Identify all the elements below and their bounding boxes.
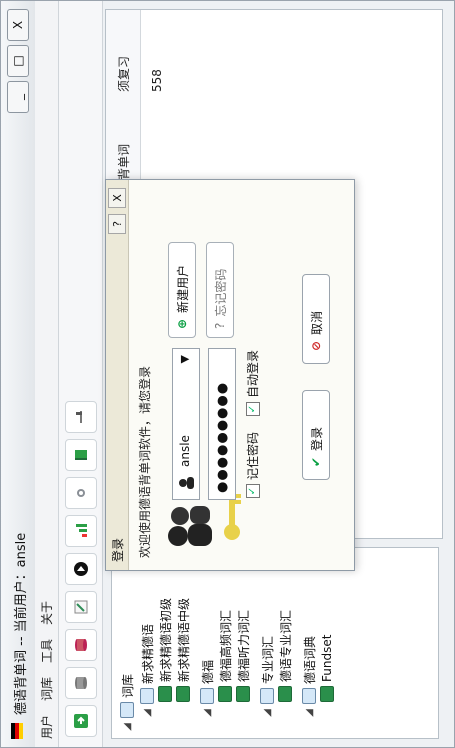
book-button[interactable] [64,439,97,471]
note-button[interactable] [64,591,97,623]
add-user-icon: ⊕ [175,318,189,329]
folder-icon [120,702,134,718]
switch-user-icon [73,714,88,728]
col-review: 须复习 [117,55,131,92]
expand-icon: ◢ [261,709,273,717]
tree-item[interactable]: ◢ 德福 [198,660,216,718]
tools-button[interactable] [64,401,97,433]
login-dialog: 登录 ? X 欢迎使用德语背单词软件，请您登录 ansle ▼ ●●●●●●●●… [105,179,355,571]
tree-item[interactable]: ◢ 专业词汇 [258,636,276,718]
maximize-button[interactable]: □ [7,45,29,77]
username-value: ansle [178,435,192,467]
checkbox-icon: ✓ [245,484,260,498]
window-title: 德语背单词 -- 当前用户：ansle [14,532,29,715]
title-bar: 德语背单词 -- 当前用户：ansle _ □ X [1,1,36,747]
play-icon [73,562,88,576]
tree-item[interactable]: 新求精德语初级 [156,598,174,702]
tree-item[interactable]: 德语专业词汇 [276,610,294,702]
book-icon [320,686,334,702]
folder-icon [200,688,214,704]
stats-icon [75,524,87,537]
expand-icon: ◢ [201,709,213,717]
help-button[interactable]: ? [108,214,126,234]
db-add-icon [74,677,87,689]
remember-password-checkbox[interactable]: ✓ 记住密码 [244,432,261,498]
note-edit-icon [74,600,87,614]
settings-button[interactable] [64,477,97,509]
tree-item[interactable]: 德福听力词汇 [234,610,252,702]
gear-icon [76,489,85,497]
vocab-tree: ◢ 词库 ◢ 新求精德语 新求精德语初级 新求精德语中级 ◢ 德福 德福高频词汇… [111,547,439,739]
book-icon [176,686,190,702]
play-button[interactable] [64,553,97,585]
db-button[interactable] [64,629,97,661]
expand-icon: ◢ [303,709,315,717]
expand-icon: ◢ [121,723,133,731]
tree-item[interactable]: ◢ 新求精德语 [138,624,156,718]
new-user-button[interactable]: ⊕ 新建用户 [168,242,196,338]
user-avatar-icon [179,477,194,489]
menu-bar: 用户 词库 工具 关于 [35,1,59,747]
book-icon [74,450,87,460]
tree-item[interactable]: Fundset [318,635,336,702]
checkbox-icon: ✓ [245,401,260,416]
flag-icon [11,723,23,739]
book-icon [218,686,232,702]
stats-button[interactable] [64,515,97,547]
tree-item[interactable]: 新求精德语中级 [174,598,192,702]
auto-login-checkbox[interactable]: ✓ 自动登录 [244,350,261,416]
hammer-icon [75,411,82,423]
cancel-icon: ⊘ [309,340,323,351]
minimize-button[interactable]: _ [7,81,29,113]
expand-icon: ◢ [141,709,153,717]
options-row: ✓ 记住密码 ✓ 自动登录 [244,350,261,498]
dropdown-arrow-icon[interactable]: ▼ [178,355,191,363]
book-icon [236,686,250,702]
login-button[interactable]: ✔ 登录 [302,390,330,480]
password-dots: ●●●●●●●●● [215,381,230,493]
folder-icon [260,688,274,704]
welcome-text: 欢迎使用德语背单词软件，请您登录 [138,365,152,558]
menu-vocab[interactable]: 词库 [38,677,55,701]
menu-user[interactable]: 用户 [38,715,55,739]
dialog-close-button[interactable]: X [108,188,126,208]
tree-item[interactable]: ◢ 德语词典 [300,636,318,718]
book-icon [278,686,292,702]
review-value: 558 [150,69,164,92]
dialog-title: 登录 [111,537,125,562]
username-field[interactable]: ansle ▼ [172,348,200,500]
users-icon [162,496,218,556]
db-icon [74,639,87,651]
menu-about[interactable]: 关于 [38,601,55,625]
check-icon: ✔ [309,456,323,467]
switch-user-button[interactable] [64,705,97,737]
folder-icon [302,688,316,704]
add-db-button[interactable] [64,667,97,699]
app-window: 德语背单词 -- 当前用户：ansle _ □ X 用户 词库 工具 关于 ◢ … [0,0,455,748]
password-field[interactable]: ●●●●●●●●● [208,348,236,500]
menu-tools[interactable]: 工具 [38,639,55,663]
folder-icon [140,688,154,704]
book-icon [158,686,172,702]
close-button[interactable]: X [7,9,29,41]
question-icon: ? [213,322,227,329]
tree-item[interactable]: 德福高频词汇 [216,610,234,702]
tree-root[interactable]: ◢ 词库 [118,674,136,732]
toolbar [59,1,103,747]
cancel-button[interactable]: ⊘ 取消 [302,274,330,364]
dialog-title-bar: 登录 ? X [106,180,129,570]
forgot-password-button[interactable]: ? 忘记密码 [206,242,234,338]
